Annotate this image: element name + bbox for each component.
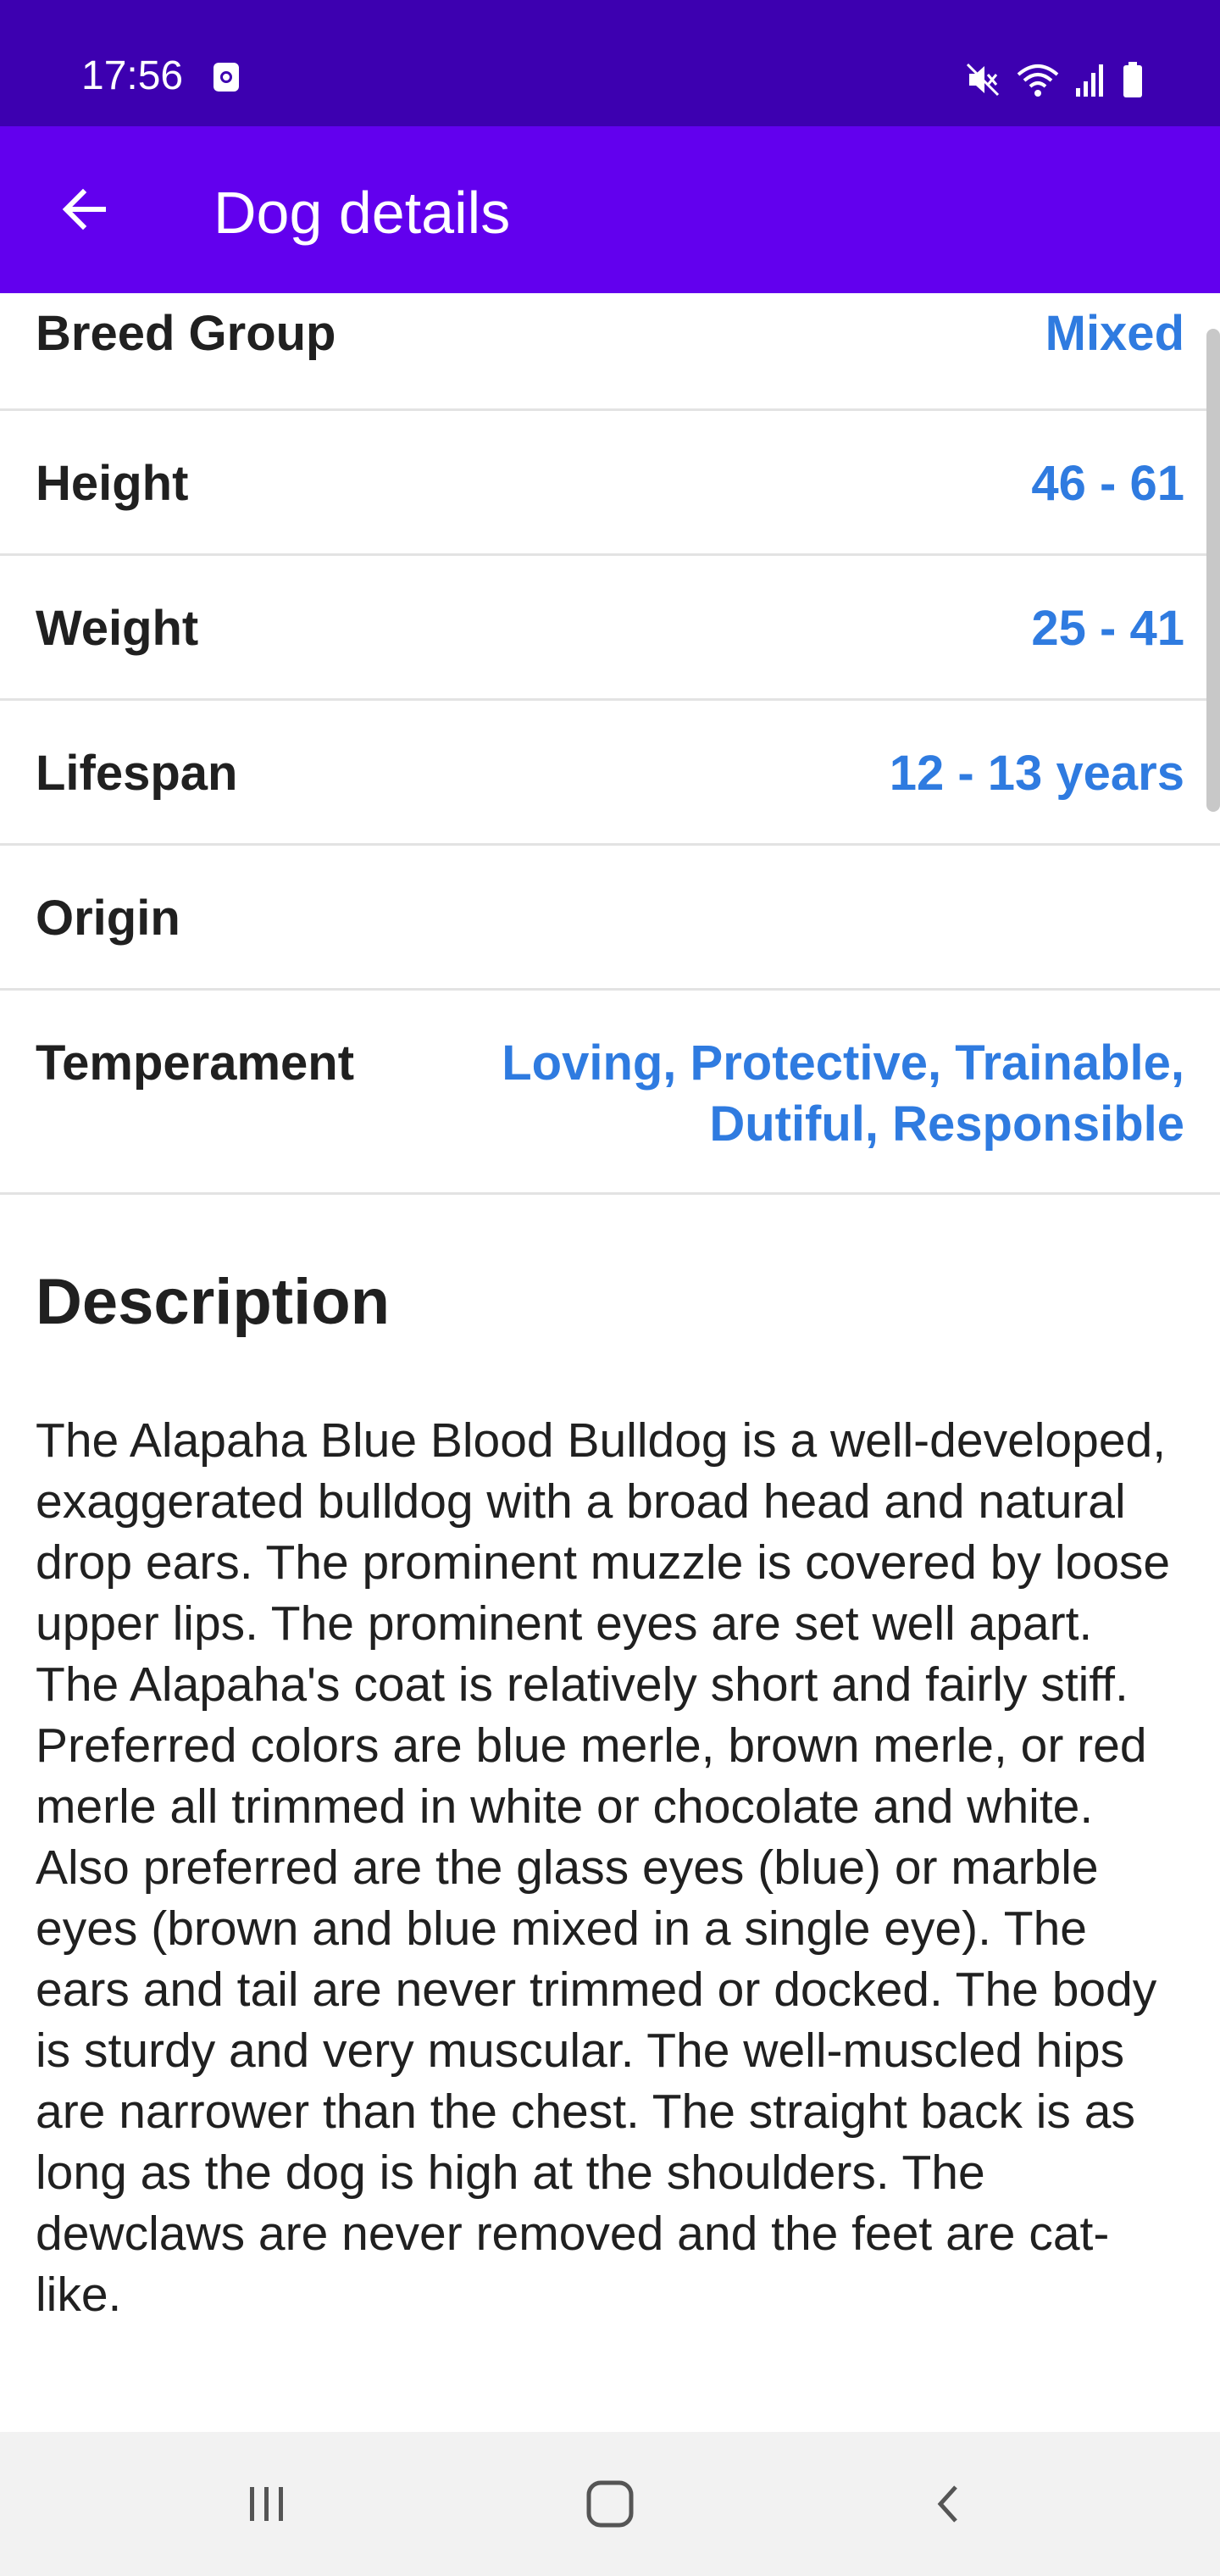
status-time: 17:56 [81,53,184,98]
detail-label: Height [36,456,189,511]
detail-label: Breed Group [36,306,336,361]
mute-icon [966,63,1000,97]
detail-row-temperament: Temperament Loving, Protective, Trainabl… [0,991,1220,1195]
wifi-icon [1017,64,1059,97]
detail-value: 46 - 61 [1031,456,1184,511]
detail-row-lifespan: Lifespan 12 - 13 years [0,701,1220,846]
detail-label: Origin [36,891,180,946]
detail-row-height: Height 46 - 61 [0,411,1220,556]
page-title: Dog details [214,180,511,246]
details-scroll-view[interactable]: Breed Group Mixed Height 46 - 61 Weight … [0,293,1220,2432]
detail-row-breed-group: Breed Group Mixed [0,293,1220,411]
signal-icon [1076,64,1103,97]
recent-apps-button[interactable] [220,2466,313,2542]
detail-label: Lifespan [36,746,238,801]
description-heading: Description [36,1266,391,1338]
status-bar: 17:56 [0,0,1220,126]
home-icon [586,2480,634,2528]
status-icons [964,56,1144,98]
detail-value: Loving, Protective, Trainable, Dutiful, … [502,1035,1184,1152]
battery-icon [1123,62,1142,97]
notification-app-icon [214,63,239,92]
arrow-left-icon [62,188,106,230]
detail-label: Weight [36,601,199,656]
description-text: The Alapaha Blue Blood Bulldog is a well… [36,1413,1171,2322]
app-bar: Dog details [0,126,1220,293]
recent-apps-icon [250,2487,283,2521]
nav-back-button[interactable] [902,2466,995,2542]
detail-value: Mixed [1045,306,1184,361]
back-button[interactable] [44,169,125,250]
scrollbar-thumb[interactable] [1206,329,1220,812]
detail-value: 25 - 41 [1031,601,1184,656]
back-icon [937,2485,957,2523]
detail-row-weight: Weight 25 - 41 [0,556,1220,701]
home-button[interactable] [563,2466,657,2542]
detail-value: 12 - 13 years [889,746,1184,801]
system-nav-bar [0,2432,1220,2576]
detail-label: Temperament [36,1035,355,1091]
detail-row-origin: Origin [0,846,1220,991]
